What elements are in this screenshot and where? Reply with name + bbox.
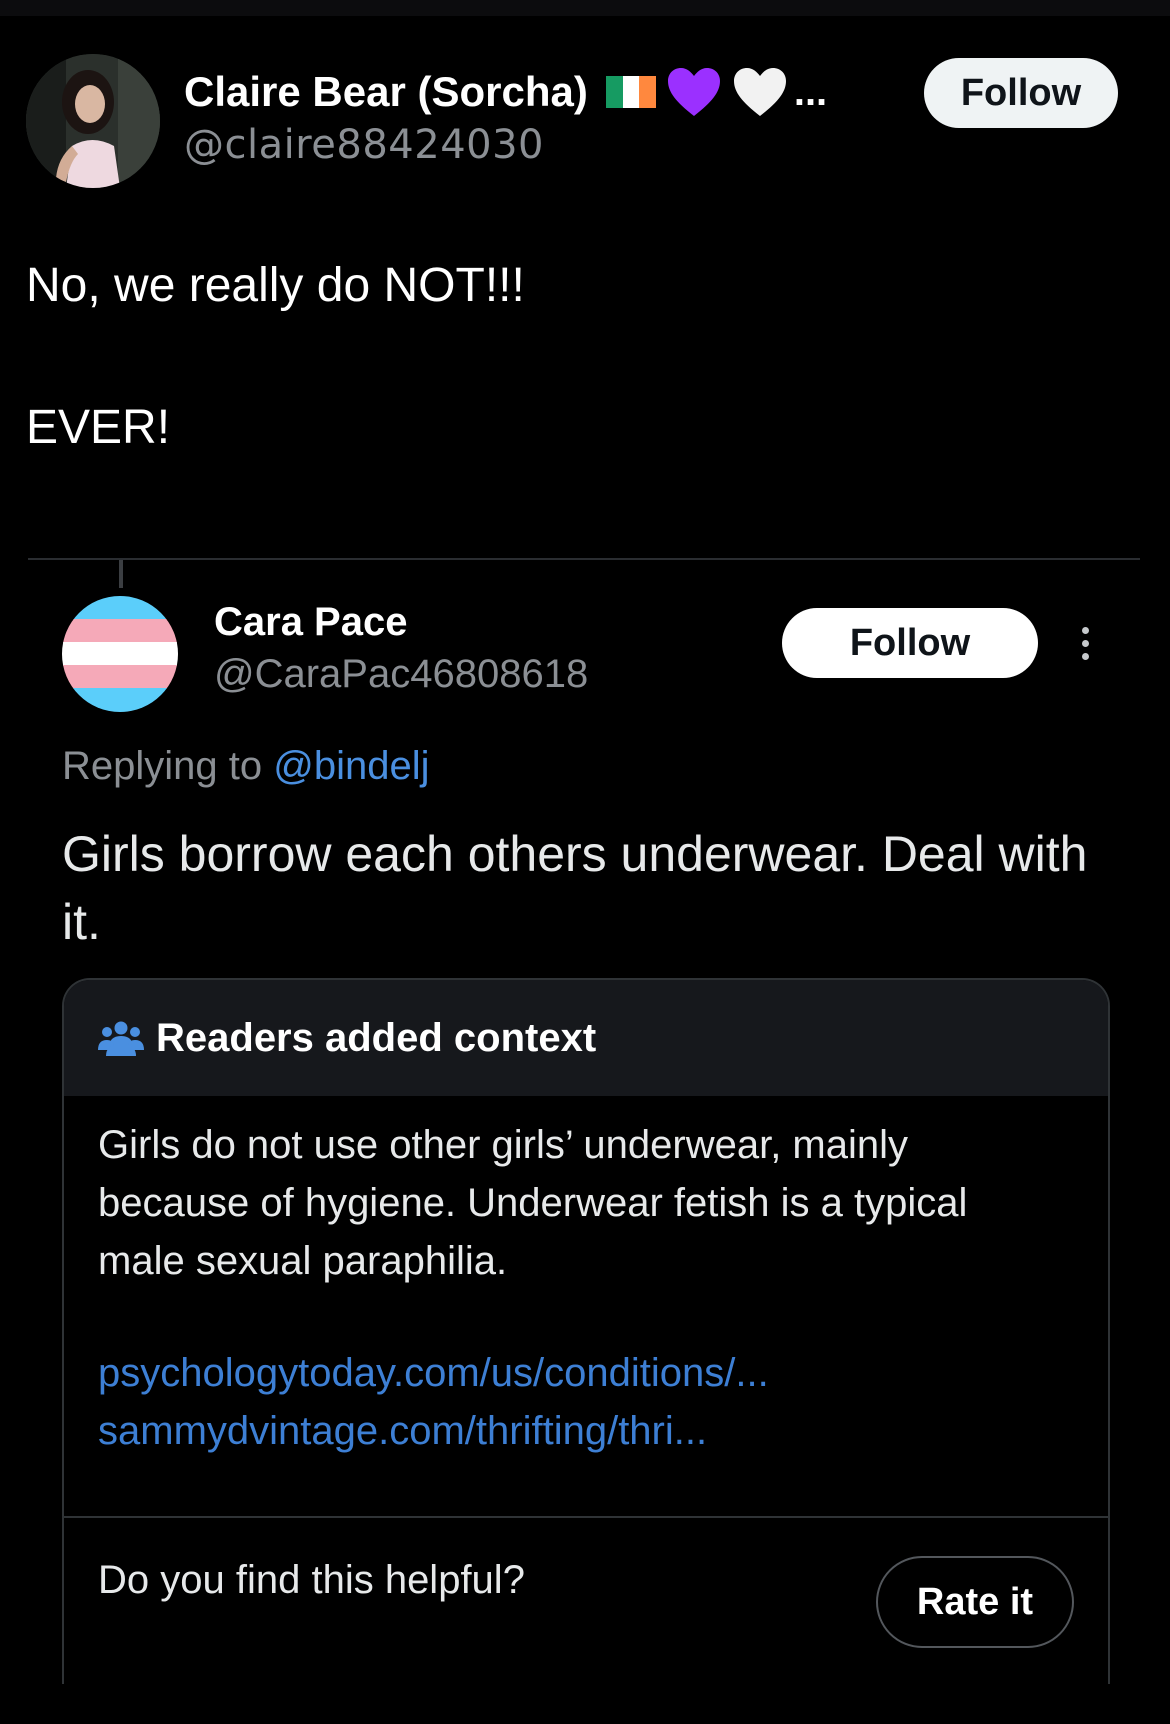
note-divider	[64, 1516, 1108, 1518]
author-name-row[interactable]: Claire Bear (Sorcha) ...	[184, 64, 827, 120]
tweet-text-line-2: EVER!	[26, 401, 171, 454]
divider	[28, 558, 1140, 560]
follow-button[interactable]: Follow	[924, 58, 1118, 128]
community-note-body: Girls do not use other girls’ underwear,…	[98, 1123, 968, 1283]
community-note-links: psychologytoday.com/us/conditions/... sa…	[98, 1344, 769, 1460]
name-truncation: ...	[793, 69, 828, 114]
community-note-header: Readers added context	[64, 980, 1108, 1096]
source-link[interactable]: psychologytoday.com/us/conditions/...	[98, 1344, 769, 1402]
people-icon	[98, 1021, 144, 1056]
quoted-author-name[interactable]: Cara Pace	[214, 600, 407, 645]
purple-heart-icon	[667, 68, 720, 116]
quoted-follow-button[interactable]: Follow	[782, 608, 1038, 678]
author-display-name[interactable]: Claire Bear (Sorcha)	[184, 68, 588, 116]
quoted-author-avatar[interactable]	[62, 596, 178, 712]
quoted-tweet-text: Girls borrow each others underwear. Deal…	[62, 826, 1088, 950]
community-note-title: Readers added context	[156, 1015, 597, 1060]
more-options-icon[interactable]	[1068, 620, 1102, 666]
rate-it-button[interactable]: Rate it	[876, 1556, 1074, 1648]
community-note: Readers added context Girls do not use o…	[62, 978, 1110, 1684]
source-link[interactable]: sammydvintage.com/thrifting/thri...	[98, 1402, 769, 1460]
replying-handle-link[interactable]: @bindelj	[273, 744, 429, 788]
ireland-flag-icon	[605, 76, 656, 108]
author-handle[interactable]: @claire88424030	[184, 122, 544, 168]
tweet-text-line-1: No, we really do NOT!!!	[26, 259, 525, 312]
replying-to: Replying to @bindelj	[62, 744, 430, 789]
helpful-question: Do you find this helpful?	[98, 1558, 525, 1602]
quoted-author-handle[interactable]: @CaraPac46808618	[214, 652, 588, 697]
transgender-flag-avatar	[62, 596, 178, 712]
top-bar	[0, 0, 1170, 16]
thread-line	[119, 560, 123, 588]
replying-prefix: Replying to	[62, 744, 263, 788]
white-heart-icon	[733, 68, 786, 116]
author-avatar[interactable]	[26, 54, 160, 188]
avatar-photo	[26, 54, 160, 188]
